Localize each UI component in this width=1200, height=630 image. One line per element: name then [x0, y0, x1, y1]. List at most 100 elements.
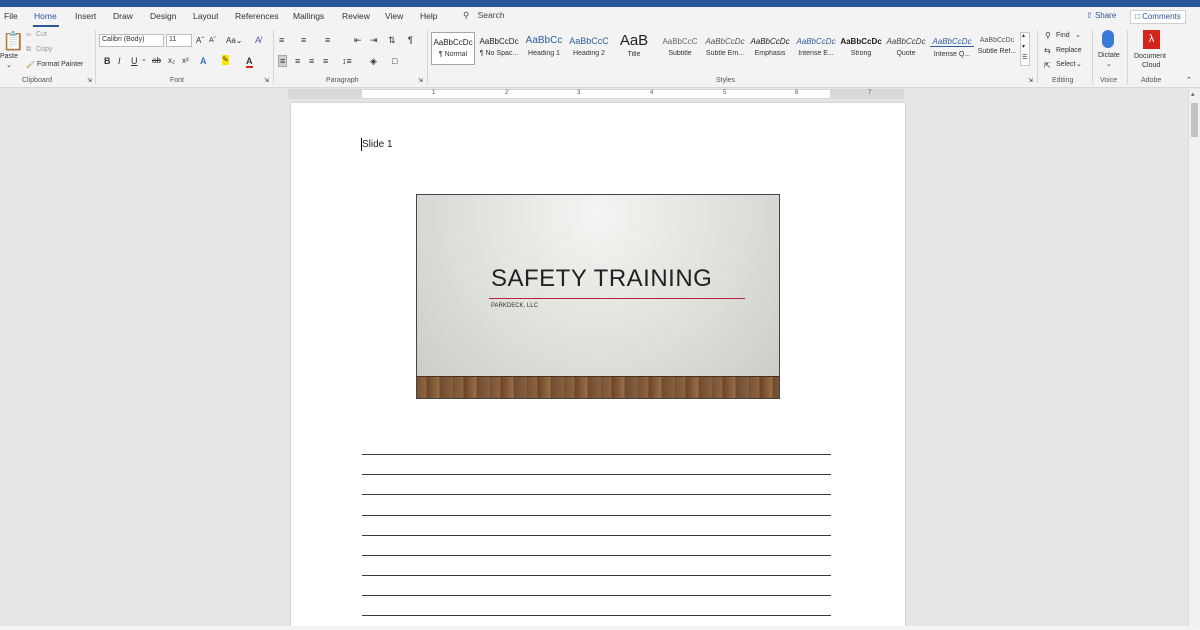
clipboard-launcher-icon[interactable]: ⇲: [87, 77, 92, 84]
cut-icon: ✂: [26, 32, 32, 39]
format-painter-button[interactable]: Format Painter: [37, 61, 83, 68]
subscript-icon[interactable]: x₂: [168, 56, 175, 66]
paste-dropdown-icon[interactable]: ⌄: [6, 61, 12, 69]
highlight-icon[interactable]: ✎: [222, 55, 229, 65]
grow-font-icon[interactable]: Aˆ: [196, 36, 204, 46]
tab-review[interactable]: Review: [342, 11, 370, 21]
tab-design[interactable]: Design: [150, 11, 176, 21]
sort-icon[interactable]: ⇅: [388, 35, 396, 45]
font-name-combo[interactable]: Calibri (Body): [99, 34, 164, 47]
find-dropdown-icon[interactable]: ⌄: [1075, 31, 1081, 39]
styles-launcher-icon[interactable]: ⇲: [1028, 77, 1033, 84]
search-box[interactable]: ⚲ Search: [463, 10, 505, 21]
style-strong[interactable]: AaBbCcDc Strong: [839, 32, 883, 65]
align-right-icon[interactable]: ≡: [309, 56, 314, 66]
select-button[interactable]: Select: [1056, 61, 1075, 68]
ruler-number: 5: [723, 90, 727, 96]
replace-button[interactable]: Replace: [1056, 47, 1082, 54]
style-normal[interactable]: AaBbCcDc ¶ Normal: [431, 32, 475, 65]
tab-file[interactable]: File: [4, 11, 18, 21]
find-button[interactable]: Find: [1056, 32, 1070, 39]
ruler-number: 3: [577, 90, 581, 96]
style-name: Emphasis: [754, 50, 786, 57]
style-intense-quote[interactable]: AaBbCcDc Intense Q...: [930, 32, 974, 65]
style-preview: AaBbCcDc: [886, 37, 926, 46]
tab-view[interactable]: View: [385, 11, 403, 21]
tab-references[interactable]: References: [235, 11, 278, 21]
superscript-icon[interactable]: x²: [182, 56, 189, 66]
style-no-spacing[interactable]: AaBbCcDc ¶ No Spac...: [477, 32, 521, 65]
tab-draw[interactable]: Draw: [113, 11, 133, 21]
paragraph-launcher-icon[interactable]: ⇲: [418, 77, 423, 84]
style-name: Strong: [850, 50, 872, 57]
gallery-up-icon[interactable]: ▴: [1022, 32, 1025, 39]
show-marks-icon[interactable]: ¶: [408, 35, 413, 45]
dictate-button[interactable]: Dictate: [1098, 52, 1120, 59]
style-quote[interactable]: AaBbCcDc Quote: [884, 32, 928, 65]
style-heading-2[interactable]: AaBbCcC Heading 2: [567, 32, 611, 65]
clear-formatting-icon[interactable]: A̸: [255, 35, 261, 45]
paste-button[interactable]: Paste: [0, 53, 18, 60]
font-size-combo[interactable]: 11: [166, 34, 192, 47]
comments-button[interactable]: □ Comments: [1130, 10, 1186, 24]
bold-icon[interactable]: B: [104, 56, 111, 66]
select-dropdown-icon[interactable]: ⌄: [1076, 60, 1082, 68]
underline-dropdown-icon[interactable]: ⌄: [141, 55, 147, 65]
comment-icon: □: [1135, 12, 1140, 21]
numbering-icon[interactable]: ≡: [301, 35, 306, 45]
copy-button[interactable]: Copy: [36, 46, 52, 53]
slide-thumbnail[interactable]: SAFETY TRAINING PARKDECK, LLC: [416, 194, 780, 399]
shrink-font-icon[interactable]: Aˇ: [209, 36, 216, 46]
dictate-dropdown-icon[interactable]: ⌄: [1106, 60, 1112, 68]
find-icon: ⚲: [1045, 31, 1051, 40]
tab-help[interactable]: Help: [420, 11, 437, 21]
strikethrough-icon[interactable]: ab: [152, 56, 161, 66]
style-subtle-emphasis[interactable]: AaBbCcDc Subtle Em...: [703, 32, 747, 65]
gallery-down-icon[interactable]: ▾: [1022, 43, 1025, 50]
scrollbar-thumb[interactable]: [1191, 103, 1198, 137]
line-spacing-icon[interactable]: ↕≡: [342, 56, 352, 66]
collapse-ribbon-icon[interactable]: ⌃: [1186, 76, 1192, 84]
shading-icon[interactable]: ◈: [370, 56, 377, 66]
style-intense-emphasis[interactable]: AaBbCcDc Intense E...: [794, 32, 838, 65]
style-preview: AaBbCcDc: [433, 38, 473, 47]
horizontal-ruler[interactable]: 1 2 3 4 5 6 7: [288, 89, 904, 99]
vertical-scrollbar[interactable]: ▴: [1188, 89, 1200, 630]
tab-insert[interactable]: Insert: [75, 11, 96, 21]
gallery-more-icon[interactable]: ☰: [1022, 54, 1027, 61]
microphone-icon[interactable]: [1102, 30, 1114, 48]
tab-mailings[interactable]: Mailings: [293, 11, 324, 21]
copy-icon: ⧉: [26, 46, 31, 53]
document-cloud-label-2[interactable]: Cloud: [1142, 62, 1160, 69]
style-subtitle[interactable]: AaBbCcC Subtitle: [658, 32, 702, 65]
style-subtle-reference[interactable]: AaBbCcDc Subtle Ref...: [975, 32, 1019, 65]
multilevel-list-icon[interactable]: ≡: [325, 35, 330, 45]
share-button[interactable]: ⇧ Share: [1082, 10, 1120, 24]
style-title[interactable]: AaB Title: [612, 32, 656, 65]
align-left-icon[interactable]: ≡: [278, 55, 288, 67]
borders-icon[interactable]: □: [392, 56, 397, 66]
style-emphasis[interactable]: AaBbCcDc Emphasis: [748, 32, 792, 65]
tab-home[interactable]: Home: [34, 11, 57, 21]
increase-indent-icon[interactable]: ⇥: [370, 35, 378, 45]
style-heading-1[interactable]: AaBbCc Heading 1: [522, 32, 566, 65]
ruler-number: 2: [505, 90, 509, 96]
change-case-button[interactable]: Aa⌄: [226, 36, 243, 46]
styles-gallery-scroll[interactable]: ▴ ▾ ☰: [1020, 32, 1030, 66]
underline-icon[interactable]: U: [131, 56, 138, 66]
align-center-icon[interactable]: ≡: [295, 56, 300, 66]
scroll-up-icon[interactable]: ▴: [1191, 90, 1195, 98]
document-cloud-label-1[interactable]: Document: [1134, 53, 1166, 60]
document-page[interactable]: Slide 1 SAFETY TRAINING PARKDECK, LLC: [291, 103, 905, 630]
cut-button[interactable]: Cut: [36, 31, 47, 38]
bullets-icon[interactable]: ≡: [279, 35, 284, 45]
font-launcher-icon[interactable]: ⇲: [264, 77, 269, 84]
decrease-indent-icon[interactable]: ⇤: [354, 35, 362, 45]
justify-icon[interactable]: ≡: [323, 56, 328, 66]
font-color-icon[interactable]: A: [246, 56, 253, 68]
paste-icon[interactable]: 📋: [2, 32, 24, 50]
italic-icon[interactable]: I: [118, 56, 121, 66]
text-effects-icon[interactable]: A: [200, 56, 207, 66]
tab-layout[interactable]: Layout: [193, 11, 219, 21]
adobe-pdf-icon[interactable]: λ: [1143, 30, 1160, 49]
